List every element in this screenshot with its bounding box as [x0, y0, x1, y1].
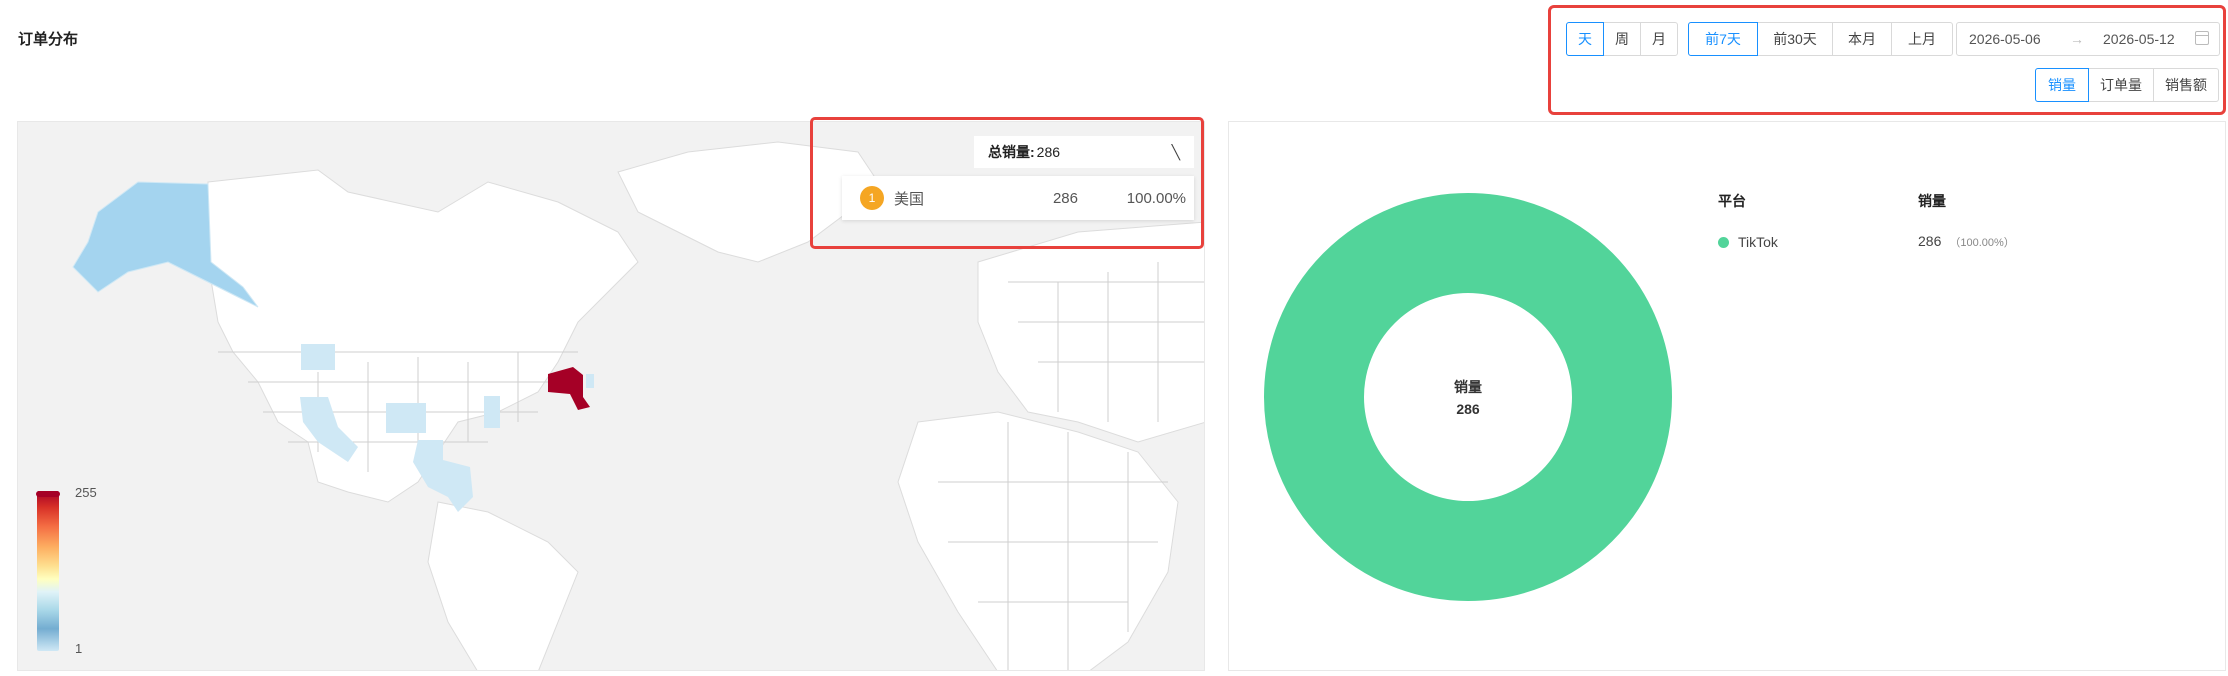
- date-range-picker[interactable]: 2026-05-06 → 2026-05-12: [1956, 22, 2220, 56]
- pie-legend-item[interactable]: TikTok: [1718, 234, 1778, 250]
- period-group: 前7天 前30天 本月 上月: [1688, 22, 1953, 56]
- date-end[interactable]: 2026-05-12: [2091, 31, 2197, 47]
- date-start[interactable]: 2026-05-06: [1957, 31, 2063, 47]
- pie-legend-value: 286 （100.00%）: [1918, 233, 2015, 250]
- granularity-week-button[interactable]: 周: [1603, 22, 1641, 56]
- legend-value: 286: [1918, 233, 1942, 249]
- europe-land: [977, 221, 1204, 443]
- south-america-land: [427, 501, 579, 670]
- donut-center-label: 销量 286: [1418, 376, 1518, 420]
- region-new-england[interactable]: [586, 374, 594, 388]
- period-7days-button[interactable]: 前7天: [1688, 22, 1758, 56]
- metric-orders-button[interactable]: 订单量: [2088, 68, 2154, 102]
- rank-badge: 1: [860, 186, 884, 210]
- legend-min-label: 1: [75, 641, 83, 656]
- legend-dot-icon: [1718, 236, 1729, 248]
- total-sales-header[interactable]: 总销量: 286 ╲: [974, 136, 1194, 168]
- calendar-icon[interactable]: [2195, 31, 2209, 45]
- legend-percent: （100.00%）: [1949, 237, 2015, 249]
- granularity-day-button[interactable]: 天: [1566, 22, 1604, 56]
- region-washington[interactable]: [301, 344, 335, 370]
- donut-center-title: 销量: [1454, 379, 1482, 395]
- metric-revenue-button[interactable]: 销售额: [2153, 68, 2219, 102]
- ranking-row[interactable]: 1 美国 286 100.00%: [842, 176, 1194, 220]
- region-colorado[interactable]: [386, 403, 426, 433]
- region-illinois[interactable]: [484, 396, 500, 428]
- metric-group: 销量 订单量 销售额: [2035, 68, 2219, 102]
- legend-platform-name: TikTok: [1738, 234, 1778, 250]
- region-texas[interactable]: [413, 440, 473, 512]
- page-title: 订单分布: [18, 31, 79, 48]
- sales-column-header: 销量: [1918, 193, 1946, 209]
- metric-sales-button[interactable]: 销量: [2035, 68, 2089, 102]
- granularity-month-button[interactable]: 月: [1640, 22, 1678, 56]
- legend-max-handle[interactable]: [36, 491, 60, 497]
- total-sales-value: 286: [1036, 144, 1061, 160]
- donut-center-value: 286: [1456, 401, 1480, 417]
- ranking-country: 美国: [894, 190, 925, 208]
- total-sales-label: 总销量:: [988, 144, 1035, 160]
- granularity-group: 天 周 月: [1566, 22, 1678, 56]
- color-scale-legend[interactable]: [37, 491, 59, 651]
- region-new-york[interactable]: [548, 367, 590, 410]
- period-last-month-button[interactable]: 上月: [1891, 22, 1953, 56]
- date-separator-icon: →: [2070, 31, 2084, 47]
- chevron-icon[interactable]: ╲: [1172, 144, 1180, 161]
- period-this-month-button[interactable]: 本月: [1832, 22, 1892, 56]
- legend-max-label: 255: [75, 485, 97, 500]
- period-30days-button[interactable]: 前30天: [1757, 22, 1833, 56]
- platform-column-header: 平台: [1718, 193, 1746, 209]
- ranking-value: 286: [1052, 189, 1078, 207]
- ranking-percent: 100.00%: [1126, 189, 1186, 207]
